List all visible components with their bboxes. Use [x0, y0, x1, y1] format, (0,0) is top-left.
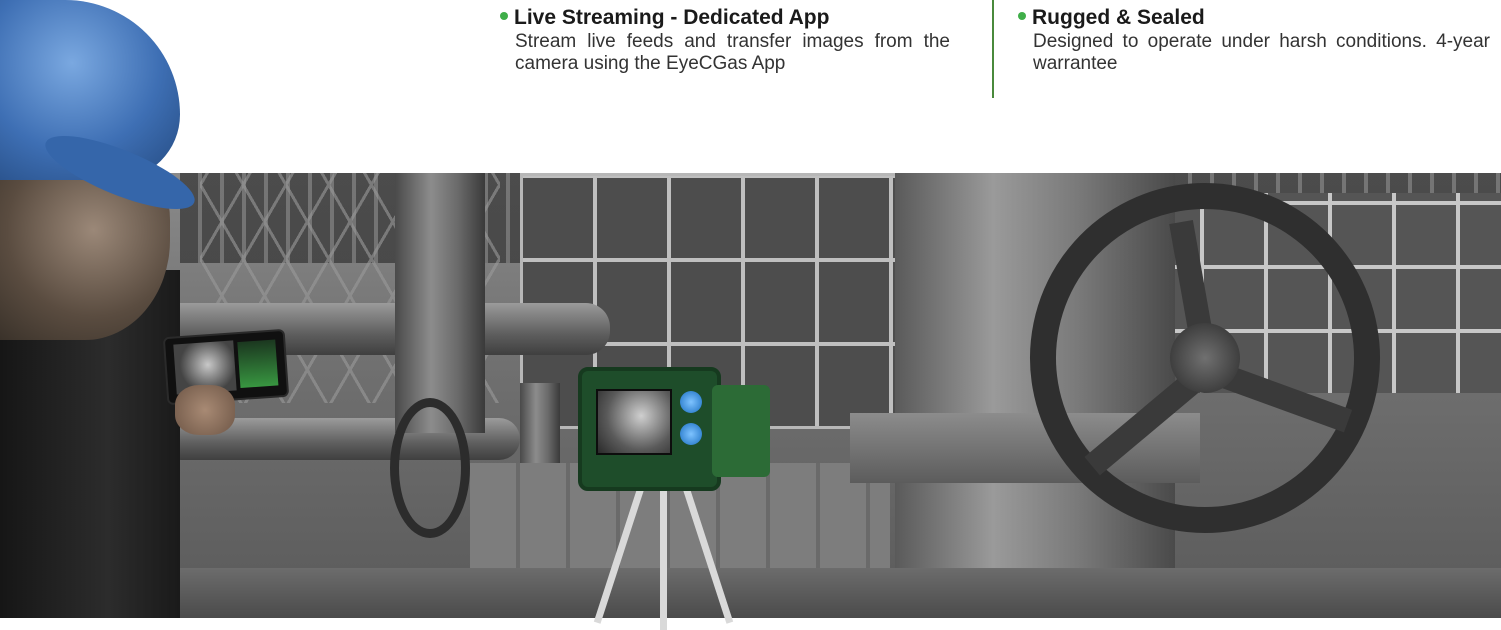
phone-app-panel	[237, 339, 279, 389]
feature-rugged-sealed: Rugged & Sealed Designed to operate unde…	[1018, 6, 1490, 75]
tripod-leg	[660, 480, 667, 630]
camera-button	[680, 391, 702, 413]
green-bullet-icon	[500, 12, 508, 21]
green-bullet-icon	[1018, 12, 1026, 21]
worker-hand	[175, 385, 235, 435]
ground	[0, 568, 1501, 618]
feature-description: Stream live feeds and transfer images fr…	[515, 31, 950, 74]
camera-screen	[596, 389, 672, 455]
small-valve-wheel	[390, 398, 470, 538]
feature-live-streaming: Live Streaming - Dedicated App Stream li…	[500, 6, 950, 75]
camera-button	[680, 423, 702, 445]
features-section: Live Streaming - Dedicated App Stream li…	[0, 0, 1501, 175]
feature-title: Live Streaming - Dedicated App	[500, 6, 950, 30]
pipe-vertical	[395, 173, 485, 433]
gas-imaging-camera	[578, 367, 721, 491]
feature-title-text: Rugged & Sealed	[1032, 6, 1205, 29]
feature-title: Rugged & Sealed	[1018, 6, 1490, 30]
feature-divider	[992, 0, 994, 98]
camera-strap	[712, 385, 770, 477]
feature-title-text: Live Streaming - Dedicated App	[514, 6, 830, 29]
feature-description: Designed to operate under harsh conditio…	[1033, 31, 1490, 74]
